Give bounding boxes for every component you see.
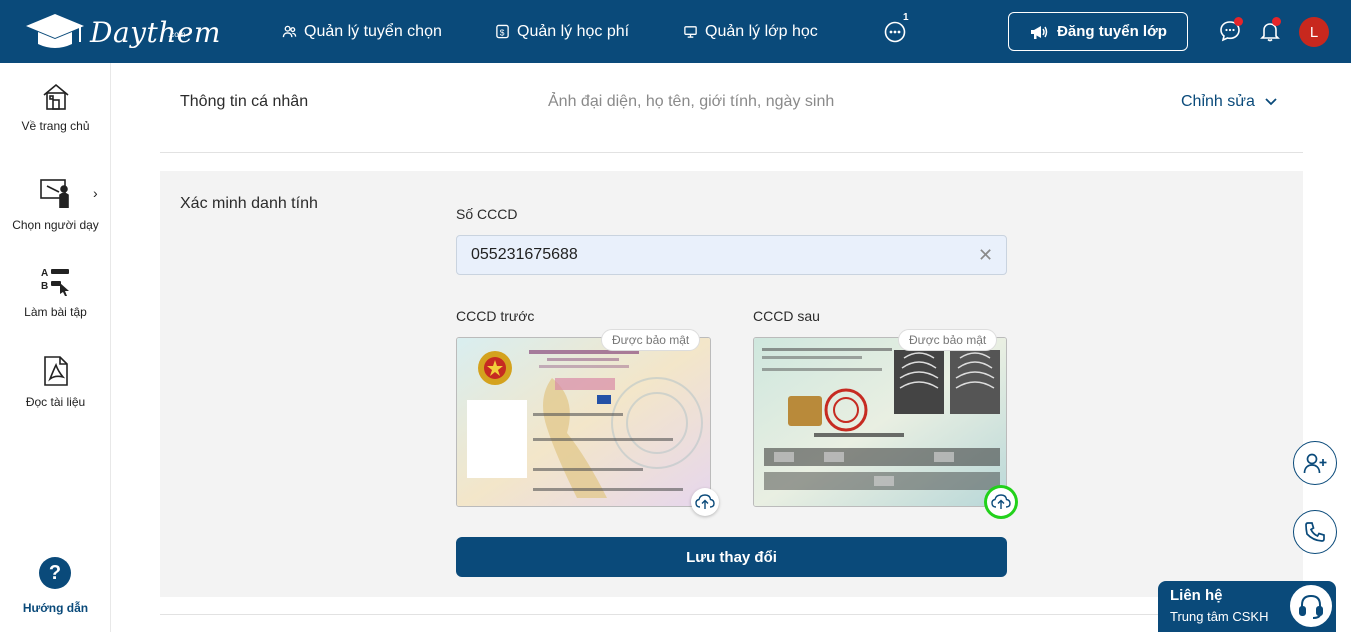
pdf-document-icon bbox=[43, 356, 68, 386]
save-changes-button[interactable]: Lưu thay đổi bbox=[456, 537, 1007, 577]
cccd-back-label: CCCD sau bbox=[753, 308, 820, 324]
more-options-icon[interactable] bbox=[884, 21, 906, 43]
quiz-icon: AB bbox=[41, 268, 69, 296]
identity-title: Xác minh danh tính bbox=[180, 195, 318, 212]
edit-personal-info-link[interactable]: Chỉnh sửa bbox=[1181, 93, 1277, 111]
daythem-logo[interactable]: Daythem bbox=[24, 10, 221, 54]
sidebar-choose-tutor-label: Chọn người dạy bbox=[12, 218, 99, 232]
contact-title: Liên hệ bbox=[1170, 587, 1223, 604]
back-secure-tag: Được bảo mật bbox=[898, 329, 998, 351]
add-user-icon bbox=[1303, 453, 1327, 474]
cloud-upload-icon bbox=[695, 494, 715, 509]
cccd-back-image[interactable] bbox=[753, 337, 1007, 507]
personal-info-title: Thông tin cá nhân bbox=[180, 93, 309, 110]
cloud-upload-icon bbox=[991, 494, 1011, 509]
svg-text:$: $ bbox=[500, 27, 505, 37]
classroom-icon bbox=[684, 26, 697, 38]
id-card-front-graphic bbox=[457, 338, 710, 506]
graduation-cap-icon bbox=[26, 14, 84, 48]
megaphone-icon bbox=[1031, 25, 1048, 39]
logo-text: Daythem bbox=[90, 15, 221, 49]
personal-info-subtitle: Ảnh đại diện, họ tên, giới tính, ngày si… bbox=[548, 93, 835, 110]
personal-info-row: Thông tin cá nhân Ảnh đại diện, họ tên, … bbox=[160, 63, 1303, 153]
chevron-right-icon[interactable]: › bbox=[93, 185, 98, 201]
help-label[interactable]: Hướng dẫn bbox=[0, 601, 111, 615]
user-avatar[interactable]: L bbox=[1299, 17, 1329, 47]
more-badge: 1 bbox=[903, 12, 909, 23]
nav-recruit-label: Quản lý tuyển chọn bbox=[304, 22, 442, 40]
post-class-button[interactable]: Đăng tuyển lớp bbox=[1008, 12, 1188, 51]
nav-classes-label: Quản lý lớp học bbox=[705, 22, 818, 40]
clear-input-icon[interactable]: ✕ bbox=[978, 245, 993, 266]
sidebar-home-label: Về trang chủ bbox=[21, 119, 90, 133]
front-secure-tag: Được bảo mật bbox=[601, 329, 701, 351]
sidebar-item-exercises[interactable]: AB Làm bài tập bbox=[0, 265, 111, 319]
edit-label: Chỉnh sửa bbox=[1181, 93, 1255, 110]
help-icon[interactable]: ? bbox=[39, 557, 71, 589]
cccd-front-label: CCCD trước bbox=[456, 308, 535, 324]
cccd-number-label: Số CCCD bbox=[456, 206, 518, 222]
teacher-board-icon bbox=[39, 179, 69, 208]
cccd-front-image[interactable] bbox=[456, 337, 711, 507]
logo-suffix: .com bbox=[168, 30, 186, 39]
nav-recruit[interactable]: Quản lý tuyển chọn bbox=[282, 0, 442, 63]
customer-support-widget[interactable]: Liên hệ Trung tâm CSKH bbox=[1158, 581, 1336, 632]
identity-verification-panel: Xác minh danh tính Số CCCD 055231675688 … bbox=[160, 171, 1303, 597]
chevron-down-icon bbox=[1265, 98, 1277, 106]
sidebar-documents-label: Đọc tài liệu bbox=[25, 395, 86, 409]
id-card-back-graphic bbox=[754, 338, 1006, 506]
post-class-label: Đăng tuyển lớp bbox=[1057, 23, 1167, 40]
phone-icon bbox=[1305, 522, 1325, 542]
svg-text:A: A bbox=[41, 268, 48, 279]
nav-fees[interactable]: $ Quản lý học phí bbox=[495, 0, 629, 63]
left-sidebar: Về trang chủ Chọn người dạy › AB Làm bài… bbox=[0, 63, 111, 632]
sidebar-item-documents[interactable]: Đọc tài liệu bbox=[0, 355, 111, 409]
svg-text:B: B bbox=[41, 281, 48, 292]
users-icon bbox=[282, 25, 297, 38]
nav-fees-label: Quản lý học phí bbox=[517, 22, 630, 40]
upload-front-button[interactable] bbox=[691, 488, 719, 516]
add-friend-button[interactable] bbox=[1293, 441, 1337, 485]
contact-subtitle: Trung tâm CSKH bbox=[1170, 609, 1269, 624]
sidebar-item-home[interactable]: Về trang chủ bbox=[0, 83, 111, 133]
chat-notification-dot bbox=[1234, 17, 1243, 26]
top-navigation-bar: Daythem .com Quản lý tuyển chọn $ Quản l… bbox=[0, 0, 1351, 63]
cccd-number-input[interactable]: 055231675688 bbox=[456, 235, 1007, 275]
home-icon bbox=[42, 83, 69, 110]
headset-icon bbox=[1288, 583, 1334, 629]
sidebar-exercises-label: Làm bài tập bbox=[24, 305, 87, 319]
nav-classes[interactable]: Quản lý lớp học bbox=[683, 0, 818, 63]
call-button[interactable] bbox=[1293, 510, 1337, 554]
money-icon: $ bbox=[496, 24, 509, 39]
divider bbox=[160, 614, 1303, 615]
bell-notification-dot bbox=[1272, 17, 1281, 26]
upload-back-button[interactable] bbox=[987, 488, 1015, 516]
